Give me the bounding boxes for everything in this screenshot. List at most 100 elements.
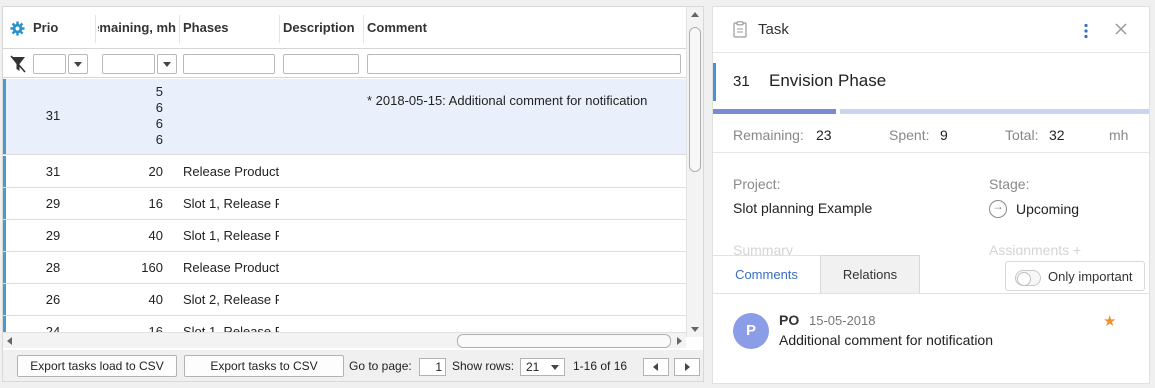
clear-filter-icon[interactable]	[10, 55, 26, 73]
show-rows-label: Show rows:	[452, 359, 515, 373]
task-id: 31	[733, 73, 750, 90]
column-header-description[interactable]: Description	[283, 7, 363, 49]
more-options-icon[interactable]	[1083, 23, 1089, 39]
cell-phases: Slot 1, Release Product	[183, 196, 279, 211]
total-value: 32	[1049, 127, 1065, 143]
cell-prio: 31	[45, 108, 61, 123]
remaining-filter-dropdown[interactable]	[157, 54, 177, 74]
project-value[interactable]: Slot planning Example	[733, 200, 872, 216]
project-label: Project:	[733, 176, 781, 192]
tabs-divider	[713, 293, 1149, 294]
cell-prio: 28	[45, 260, 61, 275]
comment-text: Additional comment for notification	[779, 332, 993, 348]
scroll-down-icon[interactable]	[691, 327, 699, 332]
cell-remaining: 160	[141, 260, 163, 275]
scroll-left-icon[interactable]	[7, 337, 12, 345]
table-row[interactable]: 28 160 Release Product	[3, 252, 686, 284]
cell-remaining: 16	[148, 196, 163, 211]
grid-footer: Export tasks load to CSV Export tasks to…	[3, 350, 703, 381]
show-rows-select[interactable]: 21	[520, 358, 565, 376]
task-panel-title: Task	[758, 21, 789, 38]
cell-prio: 31	[45, 164, 61, 179]
stage-arrow-icon	[989, 199, 1007, 218]
remaining-line: 5	[155, 84, 163, 99]
table-row[interactable]: 29 16 Slot 1, Release Product	[3, 188, 686, 220]
table-row[interactable]: 29 40 Slot 1, Release Product	[3, 220, 686, 252]
only-important-filter[interactable]: Only important	[1005, 261, 1145, 291]
table-row[interactable]: 26 40 Slot 2, Release Product	[3, 284, 686, 316]
stage-value[interactable]: Upcoming	[1016, 201, 1079, 217]
comment-item: P PO 15-05-2018 Additional comment for n…	[713, 303, 1149, 363]
horizontal-scroll-thumb[interactable]	[457, 334, 671, 348]
only-important-toggle[interactable]	[1015, 270, 1041, 286]
stage-label: Stage:	[989, 176, 1030, 192]
prio-filter-input[interactable]	[33, 54, 66, 74]
cell-phases: Slot 1, Release Product	[183, 228, 279, 243]
tab-comments[interactable]: Comments	[713, 255, 820, 293]
task-panel-header: Task	[713, 7, 1149, 53]
comment-author: PO	[779, 312, 800, 328]
phases-filter-input[interactable]	[183, 54, 275, 74]
next-page-button[interactable]	[674, 358, 700, 376]
filter-row	[3, 50, 686, 78]
comment-date: 15-05-2018	[809, 313, 876, 328]
table-row[interactable]: 31 5 6 6 6 * 2018-05-15: Additional comm…	[3, 79, 686, 155]
vertical-scroll-thumb[interactable]	[689, 27, 701, 172]
grid-header: Prio Remaining, mh Phases Description Co…	[3, 7, 686, 49]
gear-icon[interactable]	[10, 21, 25, 36]
spent-value: 9	[940, 127, 948, 143]
column-header-comment[interactable]: Comment	[367, 7, 667, 49]
total-label: Total:	[1005, 127, 1039, 143]
cell-prio: 29	[45, 196, 61, 211]
horizontal-scrollbar[interactable]	[3, 332, 686, 348]
tab-relations[interactable]: Relations	[820, 255, 920, 293]
go-to-page-label: Go to page:	[349, 359, 412, 373]
page-range: 1-16 of 16	[573, 359, 628, 373]
description-filter-input[interactable]	[283, 54, 359, 74]
cell-phases: Release Product	[183, 260, 279, 275]
column-header-remaining[interactable]: Remaining, mh	[98, 7, 176, 49]
clipboard-icon	[733, 21, 747, 38]
progress-spent	[713, 109, 836, 114]
column-header-phases[interactable]: Phases	[183, 7, 279, 49]
cell-comment: * 2018-05-15: Additional comment for not…	[367, 93, 648, 108]
only-important-label: Only important	[1048, 269, 1133, 284]
remaining-line: 6	[155, 116, 163, 131]
spent-label: Spent:	[889, 127, 930, 143]
cell-remaining: 40	[148, 292, 163, 307]
task-accent-bar	[713, 63, 716, 101]
task-name[interactable]: Envision Phase	[769, 71, 886, 91]
go-to-page-input[interactable]: 1	[419, 358, 446, 376]
task-title-row: 31 Envision Phase	[713, 63, 1149, 107]
avatar: P	[733, 313, 769, 349]
cell-prio: 29	[45, 228, 61, 243]
column-header-prio[interactable]: Prio	[3, 7, 91, 49]
remaining-value: 23	[816, 127, 832, 143]
star-icon[interactable]: ★	[1103, 312, 1116, 330]
cell-remaining: 20	[148, 164, 163, 179]
cell-phases: Release Product	[183, 164, 279, 179]
time-unit: mh	[1109, 127, 1129, 143]
export-tasks-button[interactable]: Export tasks to CSV	[184, 355, 344, 377]
close-icon[interactable]	[1114, 22, 1128, 36]
cell-prio: 26	[45, 292, 61, 307]
prev-page-button[interactable]	[643, 358, 669, 376]
cell-phases: Slot 2, Release Product	[183, 292, 279, 307]
column-label-prio: Prio	[33, 20, 59, 35]
cell-remaining: 5 6 6 6	[103, 84, 163, 148]
remaining-label: Remaining:	[733, 127, 804, 143]
table-row[interactable]: 31 20 Release Product	[3, 156, 686, 188]
scroll-up-icon[interactable]	[691, 12, 699, 17]
task-progress-bar	[713, 109, 1149, 114]
export-tasks-load-button[interactable]: Export tasks load to CSV	[17, 355, 177, 377]
vertical-scrollbar[interactable]	[686, 7, 703, 337]
grid-body: 31 5 6 6 6 * 2018-05-15: Additional comm…	[3, 79, 686, 337]
comment-filter-input[interactable]	[367, 54, 681, 74]
remaining-line: 6	[155, 100, 163, 115]
time-summary: Remaining: 23 Spent: 9 Total: 32 mh	[713, 115, 1149, 153]
scroll-right-icon[interactable]	[677, 337, 682, 345]
remaining-filter-input[interactable]	[102, 54, 155, 74]
task-panel: Task 31 Envision Phase Remaining: 23 Spe…	[712, 6, 1150, 384]
remaining-line: 6	[155, 132, 163, 147]
prio-filter-dropdown[interactable]	[68, 54, 88, 74]
